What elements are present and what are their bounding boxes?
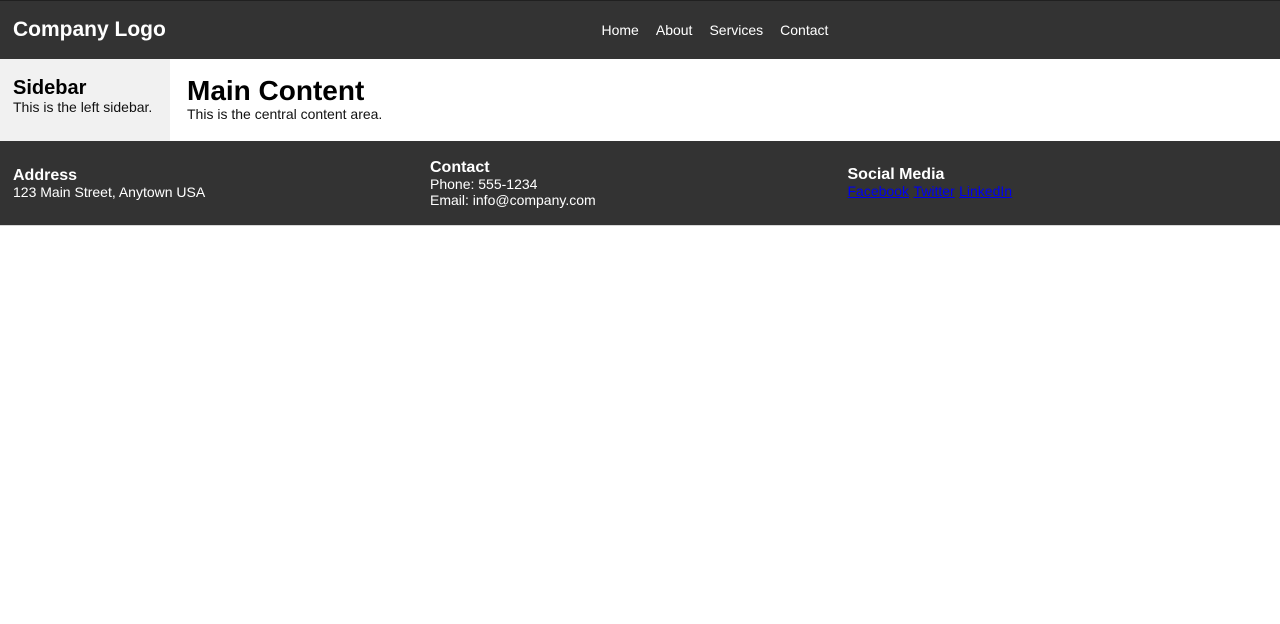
contact-phone: Phone: 555-1234 — [430, 175, 538, 192]
address-title: Address — [13, 166, 78, 184]
contact-title: Contact — [430, 158, 490, 176]
main-title: Main Content — [187, 75, 365, 106]
footer-address: Address 123 Main Street, Anytown USA — [0, 141, 417, 225]
nav-home-link[interactable]: Home — [593, 22, 647, 38]
nav-contact-link[interactable]: Contact — [772, 22, 837, 38]
sidebar: Sidebar This is the left sidebar. — [0, 59, 170, 141]
linkedin-link[interactable]: LinkedIn — [959, 183, 1012, 199]
site-footer: Address 123 Main Street, Anytown USA Con… — [0, 141, 1280, 226]
nav-about-link[interactable]: About — [647, 22, 701, 38]
twitter-link[interactable]: Twitter — [913, 183, 954, 199]
contact-email: Email: info@company.com — [430, 191, 596, 208]
content-row: Sidebar This is the left sidebar. Main C… — [0, 59, 1280, 141]
nav-services-link[interactable]: Services — [701, 22, 772, 38]
company-logo[interactable]: Company Logo — [13, 18, 166, 42]
main-content: Main Content This is the central content… — [170, 59, 1280, 141]
address-line: 123 Main Street, Anytown USA — [13, 183, 206, 200]
site-header: Company Logo Home About Services Contact — [0, 0, 1280, 59]
main-text: This is the central content area. — [187, 106, 383, 122]
social-links: Facebook Twitter LinkedIn — [848, 183, 1253, 201]
sidebar-text: This is the left sidebar. — [13, 99, 153, 115]
social-title: Social Media — [847, 165, 945, 183]
sidebar-title: Sidebar — [13, 77, 87, 99]
facebook-link[interactable]: Facebook — [848, 183, 909, 199]
footer-contact: Contact Phone: 555-1234 Email: info@comp… — [417, 141, 835, 225]
main-nav: Home About Services Contact — [593, 1, 837, 59]
footer-social: Social Media Facebook Twitter LinkedIn — [835, 141, 1253, 225]
